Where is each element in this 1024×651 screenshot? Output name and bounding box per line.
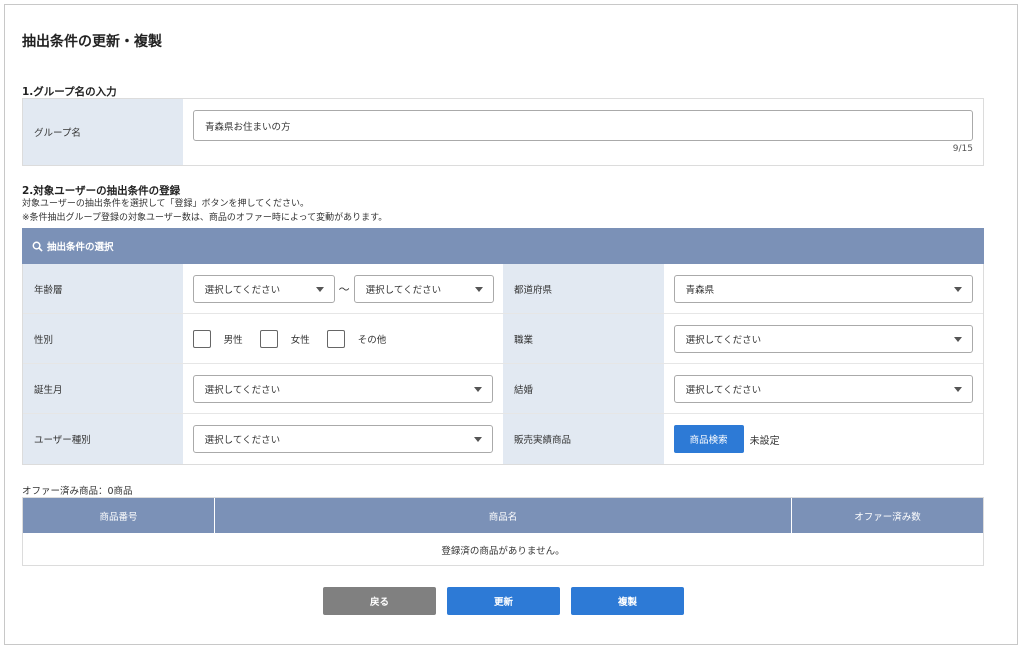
occupation-select[interactable]: 選択してください xyxy=(673,324,973,353)
chevron-down-icon xyxy=(473,386,482,392)
age-to-select[interactable]: 選択してください xyxy=(353,274,494,303)
occupation-cell: 選択してください xyxy=(664,314,983,363)
variation-note: ※条件抽出グループ登録の対象ユーザー数は、商品のオファー時によって変動があります… xyxy=(22,213,388,223)
chevron-down-icon xyxy=(474,286,483,292)
age-label: 年齢層 xyxy=(23,264,183,313)
user-type-value: 選択してください xyxy=(204,435,281,446)
occupation-label: 職業 xyxy=(503,314,664,363)
user-type-select[interactable]: 選択してください xyxy=(192,425,493,453)
age-from-value: 選択してください xyxy=(204,284,281,296)
marriage-value: 選択してください xyxy=(685,384,762,396)
marriage-select[interactable]: 選択してください xyxy=(673,374,973,403)
prefecture-label: 都道府県 xyxy=(503,264,664,313)
gender-label: 性別 xyxy=(23,314,183,363)
gender-female-label: 女性 xyxy=(290,334,310,346)
condition-row: ユーザー種別 選択してください 販売実績商品 商品検索 未設定 xyxy=(23,414,983,464)
gender-male-label: 男性 xyxy=(223,334,243,346)
chevron-down-icon xyxy=(953,286,962,292)
prefecture-select[interactable]: 青森県 xyxy=(673,274,973,303)
age-from-select[interactable]: 選択してください xyxy=(192,274,335,303)
back-button[interactable]: 戻る xyxy=(323,587,436,615)
condition-row: 年齢層 選択してください 〜 選択してください 都道府県 青森県 xyxy=(23,264,983,314)
offer-table-header: 商品番号 商品名 オファー済み数 xyxy=(23,498,983,533)
group-name-label: グループ名 xyxy=(23,99,183,165)
chevron-down-icon xyxy=(953,386,962,392)
gender-female-checkbox[interactable] xyxy=(259,329,278,348)
conditions-header-label: 抽出条件の選択 xyxy=(47,242,114,253)
marriage-label: 結婚 xyxy=(503,364,664,413)
column-offer-count: オファー済み数 xyxy=(854,511,921,523)
prefecture-value: 青森県 xyxy=(685,284,715,296)
group-name-input[interactable] xyxy=(193,110,973,141)
gender-other-label: その他 xyxy=(357,334,387,346)
birth-month-select[interactable]: 選択してください xyxy=(192,374,493,403)
chevron-down-icon xyxy=(473,437,482,442)
char-count: 9/15 xyxy=(952,144,973,154)
sales-product-status: 未設定 xyxy=(749,435,780,447)
condition-row: 性別 男性 女性 その他 職業 選択してください xyxy=(23,314,983,364)
user-type-cell: 選択してください xyxy=(183,414,503,464)
gender-cell: 男性 女性 その他 xyxy=(183,314,503,363)
sales-product-cell: 商品検索 未設定 xyxy=(664,414,983,464)
instruction-note: 対象ユーザーの抽出条件を選択して「登録」ボタンを押してください。 xyxy=(22,199,310,209)
offer-empty-message: 登録済の商品がありません。 xyxy=(441,545,565,557)
conditions-grid: 年齢層 選択してください 〜 選択してください 都道府県 青森県 性別 男性 女… xyxy=(22,264,984,465)
column-product-number: 商品番号 xyxy=(23,498,215,533)
section-title-group-name: 1.グループ名の入力 xyxy=(22,86,117,98)
sales-product-label: 販売実績商品 xyxy=(503,414,664,464)
update-button[interactable]: 更新 xyxy=(447,587,560,615)
occupation-value: 選択してください xyxy=(685,334,762,346)
column-product-name: 商品名 xyxy=(215,498,792,533)
birth-month-label: 誕生月 xyxy=(23,364,183,413)
birth-month-value: 選択してください xyxy=(204,384,281,396)
product-search-button[interactable]: 商品検索 xyxy=(673,425,744,453)
age-to-value: 選択してください xyxy=(365,284,442,296)
copy-button[interactable]: 複製 xyxy=(571,587,684,615)
birth-month-cell: 選択してください xyxy=(183,364,503,413)
user-type-label: ユーザー種別 xyxy=(23,414,183,464)
group-name-table: グループ名 9/15 xyxy=(22,98,984,166)
conditions-header: 抽出条件の選択 xyxy=(22,228,984,264)
gender-other-checkbox[interactable] xyxy=(326,329,345,348)
group-name-cell: 9/15 xyxy=(183,99,983,165)
prefecture-cell: 青森県 xyxy=(664,264,983,313)
marriage-cell: 選択してください xyxy=(664,364,983,413)
chevron-down-icon xyxy=(315,286,324,292)
age-range-separator: 〜 xyxy=(338,282,350,296)
offer-table: 商品番号 商品名 オファー済み数 登録済の商品がありません。 xyxy=(22,497,984,566)
condition-row: 誕生月 選択してください 結婚 選択してください xyxy=(23,364,983,414)
page-title: 抽出条件の更新・複製 xyxy=(22,34,162,50)
gender-male-checkbox[interactable] xyxy=(192,329,211,348)
chevron-down-icon xyxy=(953,336,962,342)
offer-count: オファー済み商品：0商品 xyxy=(22,486,133,497)
age-cell: 選択してください 〜 選択してください xyxy=(183,264,503,313)
search-icon xyxy=(32,241,43,252)
